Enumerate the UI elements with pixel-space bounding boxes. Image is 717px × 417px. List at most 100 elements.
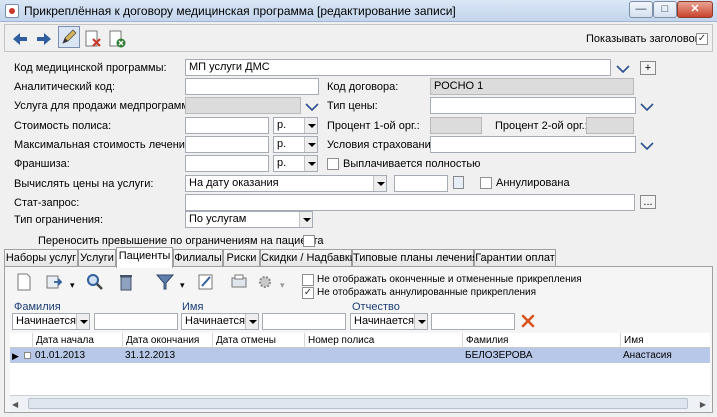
calc-prices-label: Вычислять цены на услуги:: [14, 178, 154, 190]
patronymic-filter-label: Отчество: [352, 301, 400, 313]
max-cost-label: Максимальная стоимость лечения:: [14, 139, 194, 151]
price-type-field[interactable]: [430, 97, 636, 114]
calc-prices-value: На дату оказания: [189, 177, 279, 189]
tab-patients[interactable]: Пациенты: [116, 247, 173, 268]
clear-filter-icon[interactable]: [521, 314, 535, 328]
close-button[interactable]: ✕: [677, 1, 713, 18]
scroll-right-icon[interactable]: ▶: [700, 400, 706, 409]
calc-prices-select[interactable]: На дату оказания: [185, 175, 387, 192]
chevron-down-icon[interactable]: ▾: [70, 280, 75, 291]
column-header-end[interactable]: Дата окончания: [122, 333, 212, 348]
row-indicator-icon: ▶: [12, 351, 19, 361]
show-headers-checkbox[interactable]: ✓: [696, 33, 708, 45]
scroll-thumb[interactable]: [28, 398, 688, 409]
export-icon[interactable]: [44, 272, 66, 294]
stat-query-browse-button[interactable]: ...: [640, 195, 656, 209]
name-mode-value: Начинается: [185, 315, 246, 327]
policy-cost-field[interactable]: [185, 117, 269, 134]
franchise-currency-select[interactable]: р.: [273, 155, 318, 172]
dropdown-arrow-icon: [76, 314, 89, 329]
tab-branches[interactable]: Филиалы: [173, 249, 223, 267]
paid-fully-label: Выплачивается полностью: [343, 158, 481, 170]
horizontal-scrollbar[interactable]: ◀ ▶: [10, 395, 710, 411]
tab-service-sets[interactable]: Наборы услуг: [4, 249, 78, 267]
tab-treatment-plans[interactable]: Типовые планы лечения: [352, 249, 478, 267]
hide-annulled-label: Не отображать аннулированные прикреплени…: [317, 287, 537, 298]
chevron-down-icon[interactable]: [305, 102, 319, 112]
chevron-down-icon[interactable]: [640, 102, 654, 112]
insurance-terms-field[interactable]: [430, 136, 636, 153]
back-arrow-icon[interactable]: [9, 28, 31, 50]
tab-risks[interactable]: Риски: [223, 249, 260, 267]
max-cost-field[interactable]: [185, 136, 269, 153]
chevron-down-icon[interactable]: ▾: [180, 280, 185, 291]
chevron-down-icon[interactable]: [640, 141, 654, 151]
limit-type-select[interactable]: По услугам: [185, 211, 313, 228]
column-header-surname[interactable]: Фамилия: [462, 333, 620, 348]
maximize-button[interactable]: □: [653, 1, 677, 18]
org2-percent-label: Процент 2-ой орг.:: [495, 120, 588, 132]
cell-end-date: 31.12.2013: [125, 350, 176, 361]
policy-cost-currency-select[interactable]: р.: [273, 117, 318, 134]
minimize-button[interactable]: —: [629, 1, 653, 18]
settings-icon[interactable]: [255, 272, 277, 294]
window-title: Прикреплённая к договору медицинская про…: [24, 4, 456, 18]
dropdown-arrow-icon: [299, 212, 312, 227]
analytic-code-field[interactable]: [185, 78, 319, 95]
delete-document-icon[interactable]: [82, 28, 104, 50]
column-header-policy[interactable]: Номер полиса: [304, 333, 462, 348]
scroll-left-icon[interactable]: ◀: [12, 400, 18, 409]
max-cost-currency-select[interactable]: р.: [273, 136, 318, 153]
filter-icon[interactable]: [155, 272, 177, 294]
column-header-start[interactable]: Дата начала: [32, 333, 122, 348]
program-code-field[interactable]: МП услуги ДМС: [185, 59, 611, 76]
print-icon[interactable]: [229, 272, 251, 294]
calendar-icon[interactable]: [453, 176, 464, 189]
chevron-down-icon[interactable]: [616, 64, 630, 74]
org1-percent-field: [430, 117, 482, 134]
cell-cancel-date: [212, 348, 215, 363]
name-filter-input[interactable]: [262, 313, 346, 330]
contract-code-label: Код договора:: [327, 81, 399, 93]
chevron-down-icon[interactable]: ▾: [280, 280, 285, 291]
stat-query-field[interactable]: [185, 194, 635, 211]
tab-payment-guarantees[interactable]: Гарантии оплат: [474, 249, 556, 267]
tab-strip: Наборы услуг Услуги Пациенты Филиалы Рис…: [4, 247, 713, 268]
org2-percent-field: [586, 117, 634, 134]
calc-date-field[interactable]: [394, 175, 448, 192]
tab-services[interactable]: Услуги: [78, 249, 116, 267]
name-filter-label: Имя: [182, 301, 204, 313]
surname-mode-select[interactable]: Начинается: [12, 313, 90, 330]
surname-filter-input[interactable]: [94, 313, 178, 330]
column-header-name[interactable]: Имя: [620, 333, 710, 348]
surname-mode-value: Начинается: [16, 315, 77, 327]
table-row[interactable]: [10, 348, 710, 363]
paid-fully-checkbox[interactable]: [327, 158, 339, 170]
forward-arrow-icon[interactable]: [33, 28, 55, 50]
dropdown-arrow-icon: [373, 176, 386, 191]
add-program-button[interactable]: +: [640, 61, 656, 75]
transfer-excess-checkbox[interactable]: [303, 235, 315, 247]
app-icon: [5, 4, 19, 18]
edit-icon[interactable]: [196, 272, 218, 294]
patronymic-filter-input[interactable]: [431, 313, 515, 330]
annulled-label: Аннулирована: [496, 177, 570, 189]
cancel-document-icon[interactable]: [106, 28, 128, 50]
franchise-field[interactable]: [185, 155, 269, 172]
column-header-cancel[interactable]: Дата отмены: [212, 333, 304, 348]
hide-annulled-checkbox[interactable]: ✓: [302, 287, 314, 299]
tab-discounts[interactable]: Скидки / Надбавки: [260, 249, 356, 267]
currency-value: р.: [277, 119, 287, 131]
new-document-icon[interactable]: [14, 272, 36, 294]
hide-finished-checkbox[interactable]: [302, 274, 314, 286]
annulled-checkbox[interactable]: [480, 177, 492, 189]
name-mode-select[interactable]: Начинается: [181, 313, 259, 330]
search-icon[interactable]: [85, 272, 107, 294]
edit-pen-icon[interactable]: [58, 26, 80, 48]
org1-percent-label: Процент 1-ой орг.:: [327, 120, 420, 132]
patronymic-mode-select[interactable]: Начинается: [350, 313, 428, 330]
trash-icon[interactable]: [116, 272, 138, 294]
row-expand-icon[interactable]: [24, 352, 31, 359]
policy-cost-label: Стоимость полиса:: [14, 120, 112, 132]
stat-query-label: Стат-запрос:: [14, 197, 80, 209]
